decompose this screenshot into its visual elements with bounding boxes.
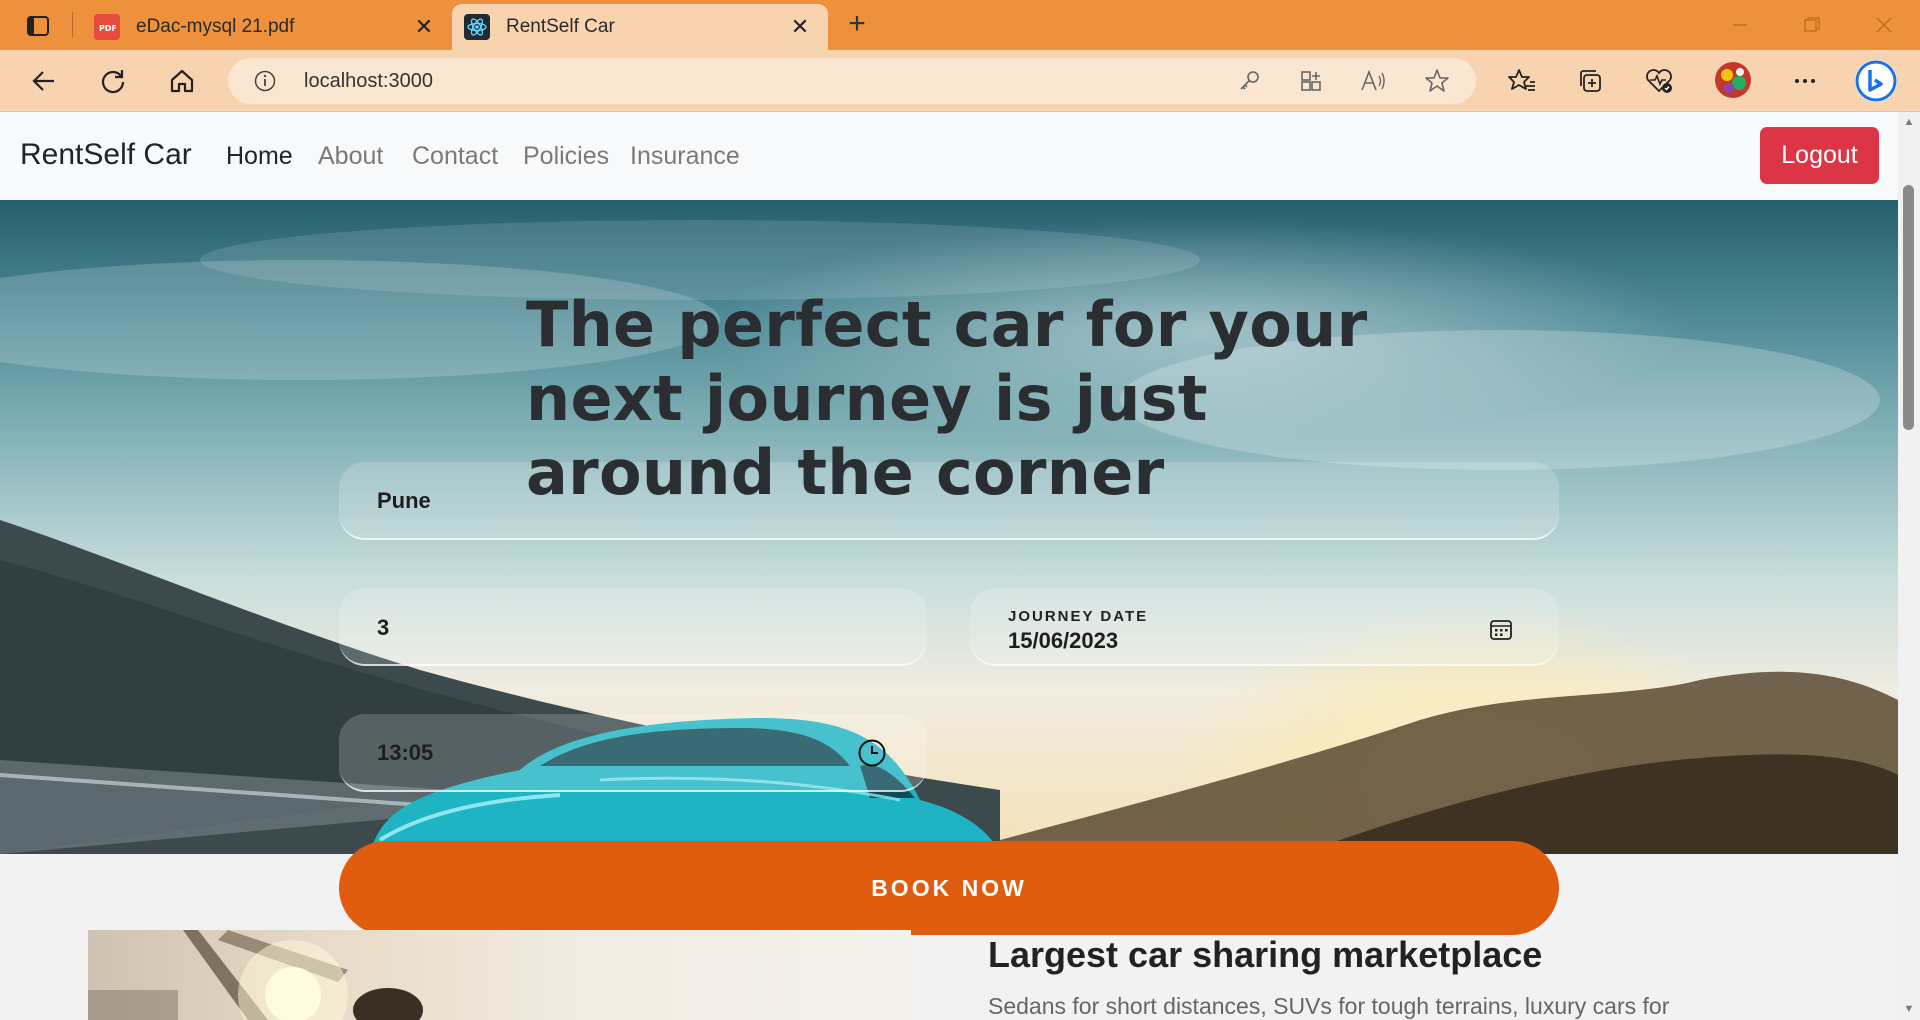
book-now-button[interactable]: BOOK NOW bbox=[339, 841, 1559, 935]
pdf-icon: PDF bbox=[94, 14, 120, 40]
favorites-icon[interactable] bbox=[1505, 64, 1539, 98]
time-input[interactable]: 13:05 bbox=[339, 714, 927, 792]
tab-actions-icon[interactable] bbox=[24, 12, 52, 40]
profile-avatar[interactable] bbox=[1713, 60, 1753, 100]
hero-section: Pune 3 JOURNEY DATE 15/06/2023 13:05 The… bbox=[0, 200, 1898, 854]
back-icon[interactable] bbox=[27, 64, 61, 98]
brand-logo[interactable]: RentSelf Car bbox=[20, 138, 192, 172]
feature-title: Largest car sharing marketplace bbox=[988, 934, 1543, 975]
app-navbar: RentSelf Car Home About Contact Policies… bbox=[0, 112, 1898, 200]
hero-headline: The perfect car for your next journey is… bbox=[526, 288, 1368, 509]
city-value: Pune bbox=[377, 488, 431, 513]
restore-icon[interactable] bbox=[1797, 10, 1827, 40]
days-input[interactable]: 3 bbox=[339, 588, 927, 666]
scroll-down-icon[interactable]: ▼ bbox=[1903, 1003, 1915, 1015]
browser-tab-bar: PDF eDac-mysql 21.pdf ✕ RentSelf Car ✕ + bbox=[0, 0, 1920, 50]
minimize-icon[interactable] bbox=[1725, 10, 1755, 40]
tab-edac-pdf[interactable]: PDF eDac-mysql 21.pdf ✕ bbox=[82, 4, 452, 50]
journey-date-input[interactable]: JOURNEY DATE 15/06/2023 bbox=[970, 588, 1559, 666]
url-text: localhost:3000 bbox=[304, 70, 433, 92]
new-tab-icon[interactable]: + bbox=[842, 9, 872, 40]
nav-link-contact[interactable]: Contact bbox=[412, 142, 498, 171]
react-icon bbox=[464, 14, 490, 40]
read-aloud-icon[interactable] bbox=[1360, 68, 1386, 94]
tab-title: RentSelf Car bbox=[506, 16, 615, 37]
tab-rentself-car[interactable]: RentSelf Car ✕ bbox=[452, 4, 828, 50]
favorite-star-icon[interactable] bbox=[1424, 68, 1450, 94]
key-icon[interactable] bbox=[1236, 68, 1262, 94]
home-icon[interactable] bbox=[165, 64, 199, 98]
close-icon[interactable]: ✕ bbox=[410, 13, 438, 41]
bing-copilot-icon[interactable] bbox=[1853, 58, 1899, 104]
close-icon[interactable]: ✕ bbox=[786, 13, 814, 41]
window-close-icon[interactable] bbox=[1869, 10, 1899, 40]
nav-link-home[interactable]: Home bbox=[226, 142, 293, 171]
collections-icon[interactable] bbox=[1573, 64, 1607, 98]
tab-title: eDac-mysql 21.pdf bbox=[136, 16, 295, 37]
days-value: 3 bbox=[377, 615, 390, 640]
scroll-up-icon[interactable]: ▲ bbox=[1903, 116, 1915, 128]
apps-icon[interactable] bbox=[1298, 68, 1324, 94]
feature-image bbox=[88, 930, 911, 1020]
refresh-icon[interactable] bbox=[96, 64, 130, 98]
scrollbar-thumb[interactable] bbox=[1903, 185, 1914, 430]
feature-description: Sedans for short distances, SUVs for tou… bbox=[988, 993, 1670, 1019]
time-value: 13:05 bbox=[377, 740, 434, 765]
browser-toolbar: localhost:3000 bbox=[0, 50, 1920, 112]
journey-date-value: 15/06/2023 bbox=[1008, 628, 1119, 653]
more-options-icon[interactable] bbox=[1788, 64, 1822, 98]
site-info-icon[interactable] bbox=[254, 70, 276, 92]
nav-link-policies[interactable]: Policies bbox=[523, 142, 609, 171]
calendar-icon[interactable] bbox=[1488, 616, 1516, 644]
journey-date-label: JOURNEY DATE bbox=[1008, 608, 1149, 625]
nav-link-about[interactable]: About bbox=[318, 142, 383, 171]
clock-icon[interactable] bbox=[857, 738, 886, 767]
logout-button[interactable]: Logout bbox=[1760, 127, 1879, 184]
svg-text:PDF: PDF bbox=[99, 24, 116, 33]
address-bar[interactable]: localhost:3000 bbox=[228, 58, 1476, 104]
tab-divider bbox=[72, 12, 73, 38]
nav-link-insurance[interactable]: Insurance bbox=[630, 142, 740, 171]
browser-essentials-icon[interactable] bbox=[1642, 64, 1676, 98]
